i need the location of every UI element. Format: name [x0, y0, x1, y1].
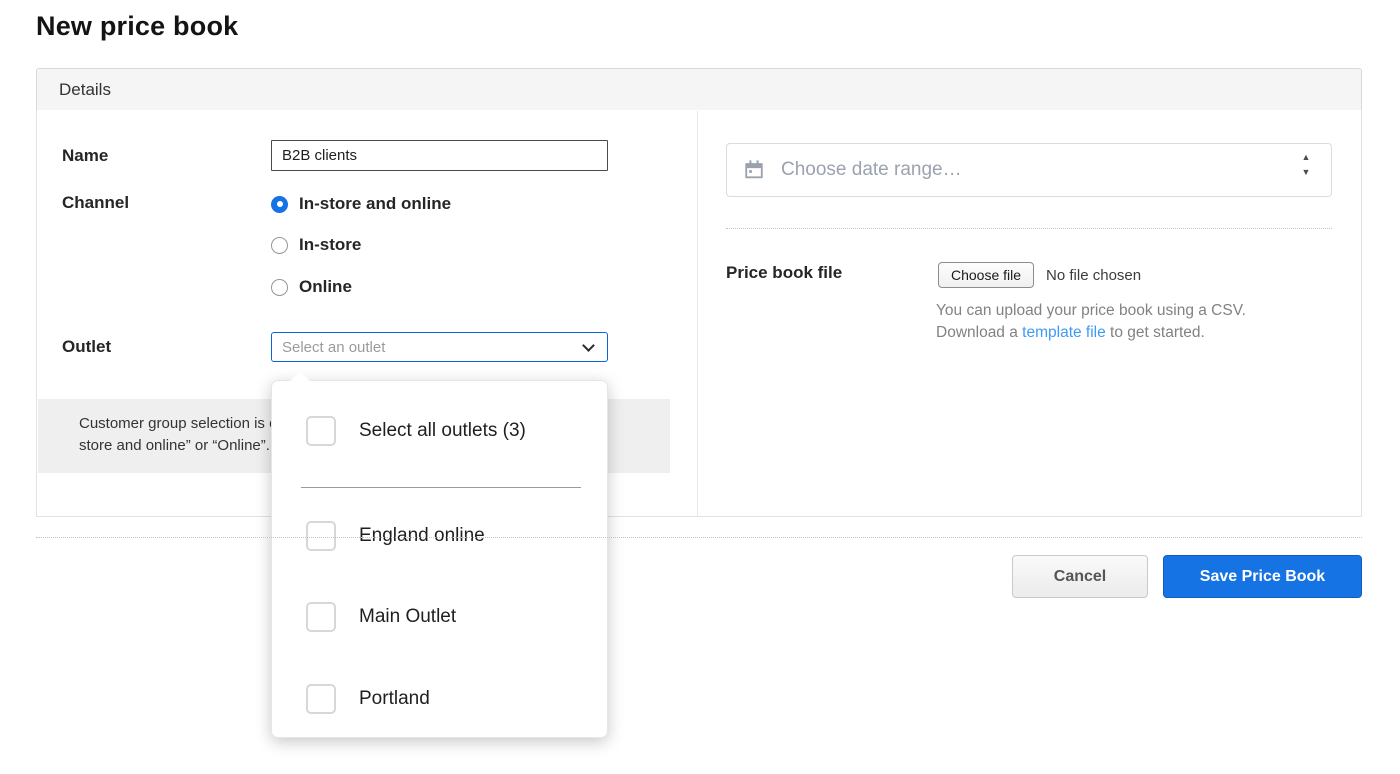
outlet-option-main-outlet[interactable]: Main Outlet	[306, 602, 456, 632]
channel-radio-label: In-store	[299, 235, 361, 255]
divider	[36, 537, 1362, 538]
outlet-checkbox[interactable]	[306, 521, 336, 551]
channel-radio-2[interactable]	[271, 279, 288, 296]
outlet-option-portland[interactable]: Portland	[306, 684, 430, 714]
channel-radio-label: Online	[299, 277, 352, 297]
page-title: New price book	[36, 11, 238, 42]
select-all-label: Select all outlets (3)	[359, 420, 526, 442]
name-input[interactable]	[271, 140, 608, 171]
cancel-button[interactable]: Cancel	[1012, 555, 1148, 598]
divider	[726, 228, 1332, 229]
save-price-book-button[interactable]: Save Price Book	[1163, 555, 1362, 598]
outlet-checkbox[interactable]	[306, 684, 336, 714]
choose-file-button[interactable]: Choose file	[938, 262, 1034, 288]
file-status-text: No file chosen	[1046, 267, 1141, 284]
file-help-suffix: to get started.	[1106, 324, 1205, 341]
file-help-line1: You can upload your price book using a C…	[936, 302, 1246, 320]
select-all-checkbox[interactable]	[306, 416, 336, 446]
dropdown-divider	[301, 487, 581, 488]
date-range-stepper: ▲ ▼	[1299, 152, 1313, 177]
price-book-file-label: Price book file	[726, 263, 842, 283]
file-upload-row: Choose file No file chosen	[938, 262, 1141, 288]
date-range-placeholder: Choose date range…	[781, 159, 962, 181]
channel-radio-0[interactable]	[271, 196, 288, 213]
details-panel-header: Details	[36, 68, 1362, 111]
chevron-up-icon[interactable]: ▲	[1302, 152, 1311, 162]
channel-radio-1[interactable]	[271, 237, 288, 254]
channel-label: Channel	[62, 193, 129, 213]
outlet-option-label: England online	[359, 525, 485, 547]
outlet-label: Outlet	[62, 337, 111, 357]
outlet-checkbox[interactable]	[306, 602, 336, 632]
calendar-icon	[743, 159, 765, 181]
outlet-option-england-online[interactable]: England online	[306, 521, 485, 551]
name-label: Name	[62, 146, 108, 166]
channel-option-instore[interactable]: In-store	[271, 235, 361, 255]
new-price-book-page: New price book Details Name Channel In-s…	[0, 0, 1400, 774]
outlet-dropdown: Select all outlets (3) England online Ma…	[271, 380, 608, 738]
outlet-option-label: Main Outlet	[359, 606, 456, 628]
file-help-prefix: Download a	[936, 324, 1022, 341]
channel-radio-label: In-store and online	[299, 194, 451, 214]
outlet-select-placeholder: Select an outlet	[282, 339, 385, 356]
outlet-option-label: Portland	[359, 688, 430, 710]
chevron-down-icon	[582, 339, 595, 352]
template-file-link[interactable]: template file	[1022, 324, 1106, 341]
file-help-line2: Download a template file to get started.	[936, 324, 1205, 342]
chevron-down-icon[interactable]: ▼	[1302, 167, 1311, 177]
date-range-picker[interactable]: Choose date range… ▲ ▼	[726, 143, 1332, 197]
column-divider	[697, 111, 698, 516]
outlet-select[interactable]: Select an outlet	[271, 332, 608, 362]
channel-option-instore-online[interactable]: In-store and online	[271, 194, 451, 214]
select-all-outlets-item[interactable]: Select all outlets (3)	[306, 416, 526, 446]
channel-option-online[interactable]: Online	[271, 277, 352, 297]
